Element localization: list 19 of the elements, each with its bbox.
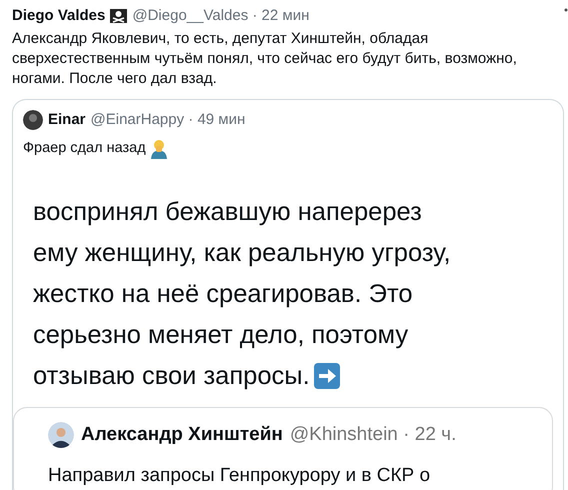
- screenshot-text-line: серьезно меняет дело, поэтому: [33, 320, 408, 351]
- tweet-text: Александр Яковлевич, то есть, депутат Хинштейн, обладая сверхестественным чутьём понял, что сейчас его будут бить, возможно, ногами. После чего дал взад.: [12, 29, 518, 89]
- avatar: [23, 110, 43, 130]
- tweet-text: Фраер сдал назад: [23, 139, 146, 158]
- author-name[interactable]: Einar: [48, 110, 86, 130]
- screenshot-text-line: отзываю свои запросы.: [33, 360, 310, 392]
- person-icon: [150, 138, 168, 159]
- screenshot-text-line: воспринял бежавшую наперерез: [33, 196, 422, 228]
- tweet-meta: @EinarHappy · 49 мин: [90, 110, 246, 130]
- pirate-flag-icon: [110, 9, 128, 23]
- avatar: [48, 422, 74, 448]
- author-name: Александр Хинштейн: [81, 424, 283, 445]
- screenshot-text-line: жестко на неё среагировав. Это: [33, 278, 413, 310]
- author-name[interactable]: Diego Valdes: [12, 6, 106, 26]
- tweet-meta: @Diego__Valdes · 22 мин: [132, 6, 310, 26]
- quoted-tweet-card[interactable]: [12, 99, 564, 490]
- tweet-text: Направил запросы Генпрокурору и в СКР о: [48, 464, 432, 488]
- screenshot-text-line: ему женщину, как реальную угрозу,: [33, 238, 451, 269]
- tweet-meta: @Khinshtein · 22 ч.: [290, 424, 456, 445]
